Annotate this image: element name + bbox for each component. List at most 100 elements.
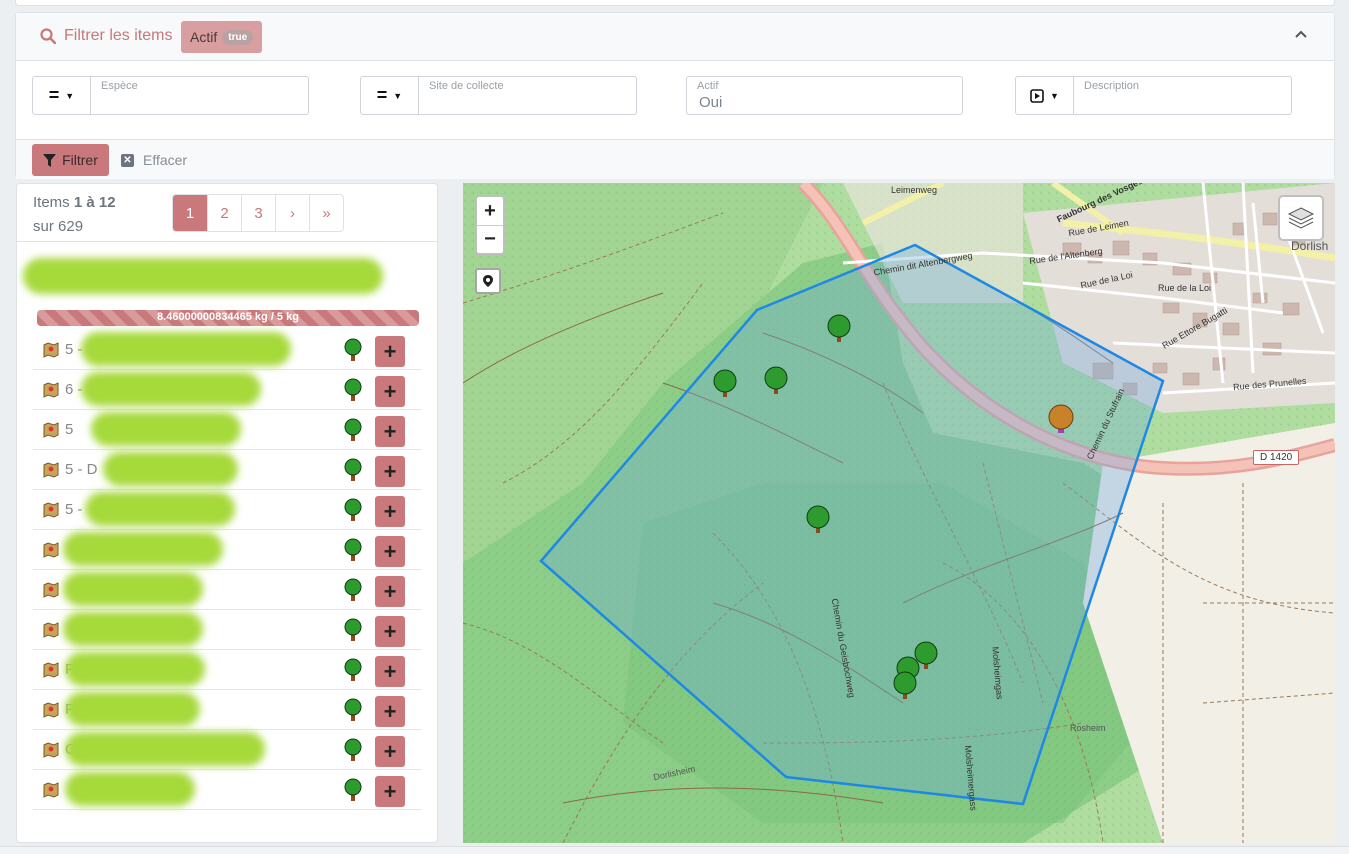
site-input[interactable]: Site de collecte [419,77,636,114]
list-item[interactable]: + [33,530,421,570]
item-label: 5 [65,421,74,438]
add-button[interactable]: + [375,656,405,687]
count-range: 1 à 12 [73,194,116,211]
layers-button[interactable] [1278,195,1324,241]
map-icon [43,462,59,483]
item-label: 5 - D [65,461,98,478]
list-item[interactable]: + [33,770,421,810]
list-item[interactable]: 6 - + [33,370,421,410]
zoom-out-button[interactable]: − [477,225,503,253]
map-label: Rosheim [1070,723,1106,733]
actif-value: Oui [699,94,723,111]
description-filter: ▼ Description [1015,76,1292,115]
list-item[interactable]: 5 - D + [33,450,421,490]
map-icon [43,502,59,523]
list-item[interactable]: 5 - + [33,490,421,530]
items-list: 5 -+ 6 -+ 5+ 5 - D+ 5 -+ + + + F+ F+ C+ … [33,330,421,810]
redacted-text [91,412,241,446]
add-button[interactable]: + [375,376,405,407]
filter-footer: Filtrer ✕ Effacer [16,139,1334,179]
filter-header[interactable]: Filtrer les items Actif true [16,13,1334,61]
add-button[interactable]: + [375,776,405,807]
play-icon [1030,88,1044,103]
collapse-chevron-icon[interactable] [1294,27,1308,46]
road-badge: D 1420 [1253,450,1300,465]
list-item[interactable]: + [33,610,421,650]
page-1-button[interactable]: 1 [173,195,207,231]
add-button[interactable]: + [375,416,405,447]
espece-operator-select[interactable]: = ▼ [33,77,91,114]
operator-value: = [48,85,60,105]
items-count: Items 1 à 12 sur 629 [33,191,116,239]
last-page-button[interactable]: » [309,195,343,231]
zoom-in-button[interactable]: + [477,197,503,225]
actif-label: Actif [697,80,719,92]
map-icon [43,582,59,603]
description-operator-select[interactable]: ▼ [1016,77,1074,114]
redacted-text [85,492,235,526]
clear-button[interactable]: ✕ Effacer [121,144,187,176]
count-total: sur 629 [33,218,84,235]
description-input[interactable]: Description [1074,77,1291,114]
add-button[interactable]: + [375,496,405,527]
pagination: 1 2 3 › » [172,194,344,232]
redacted-text [65,732,265,766]
espece-input[interactable]: Espèce [91,77,308,114]
list-item[interactable]: + [33,570,421,610]
add-button[interactable]: + [375,736,405,767]
list-item[interactable]: F+ [33,690,421,730]
clear-button-label: Effacer [143,152,188,168]
next-page-button[interactable]: › [275,195,309,231]
map-icon [43,662,59,683]
map-pin-icon [483,275,493,287]
top-strip [15,0,1335,6]
site-filter: = ▼ Site de collecte [360,76,637,115]
redacted-text [65,652,205,686]
horizontal-scrollbar[interactable] [0,846,1349,854]
active-filter-label: Actif [190,29,218,45]
tree-icon [341,618,365,647]
add-button[interactable]: + [375,576,405,607]
redacted-text [81,332,291,366]
page-3-button[interactable]: 3 [241,195,275,231]
item-label: 5 - [65,341,83,358]
items-list-panel: Items 1 à 12 sur 629 1 2 3 › » 8.4600000… [16,183,438,843]
list-item[interactable]: F+ [33,650,421,690]
redacted-text [63,572,203,606]
filter-title[interactable]: Filtrer les items [40,27,172,45]
map-icon [43,382,59,403]
caret-down-icon: ▼ [1050,90,1059,101]
item-label: 5 - [65,501,83,518]
tree-icon [341,698,365,727]
actif-select[interactable]: Actif Oui [686,76,963,115]
page-2-button[interactable]: 2 [207,195,241,231]
espece-filter: = ▼ Espèce [32,76,309,115]
add-button[interactable]: + [375,536,405,567]
tree-icon [341,498,365,527]
list-item[interactable]: 5 - + [33,330,421,370]
layers-icon [1287,207,1315,229]
redacted-text [81,372,261,406]
active-filter-badge[interactable]: Actif true [181,21,263,53]
map-view[interactable]: Leimenweg Faubourg des Vosges Chemin dit… [463,183,1335,843]
map-icon [43,422,59,443]
add-button[interactable]: + [375,616,405,647]
add-button[interactable]: + [375,696,405,727]
tree-icon [341,418,365,447]
list-header: Items 1 à 12 sur 629 1 2 3 › » [17,184,437,242]
add-button[interactable]: + [375,336,405,367]
map-icon [43,782,59,803]
list-item[interactable]: C+ [33,730,421,770]
map-icon [43,542,59,563]
tree-icon [341,338,365,367]
list-item[interactable]: 5 + [33,410,421,450]
add-button[interactable]: + [375,456,405,487]
site-operator-select[interactable]: = ▼ [361,77,419,114]
redacted-text [103,452,238,486]
actif-field[interactable]: Actif Oui [687,77,962,114]
locate-button[interactable] [475,268,501,294]
site-label: Site de collecte [429,80,504,92]
filter-button[interactable]: Filtrer [32,144,109,176]
espece-label: Espèce [101,80,138,92]
operator-value: = [376,85,388,105]
